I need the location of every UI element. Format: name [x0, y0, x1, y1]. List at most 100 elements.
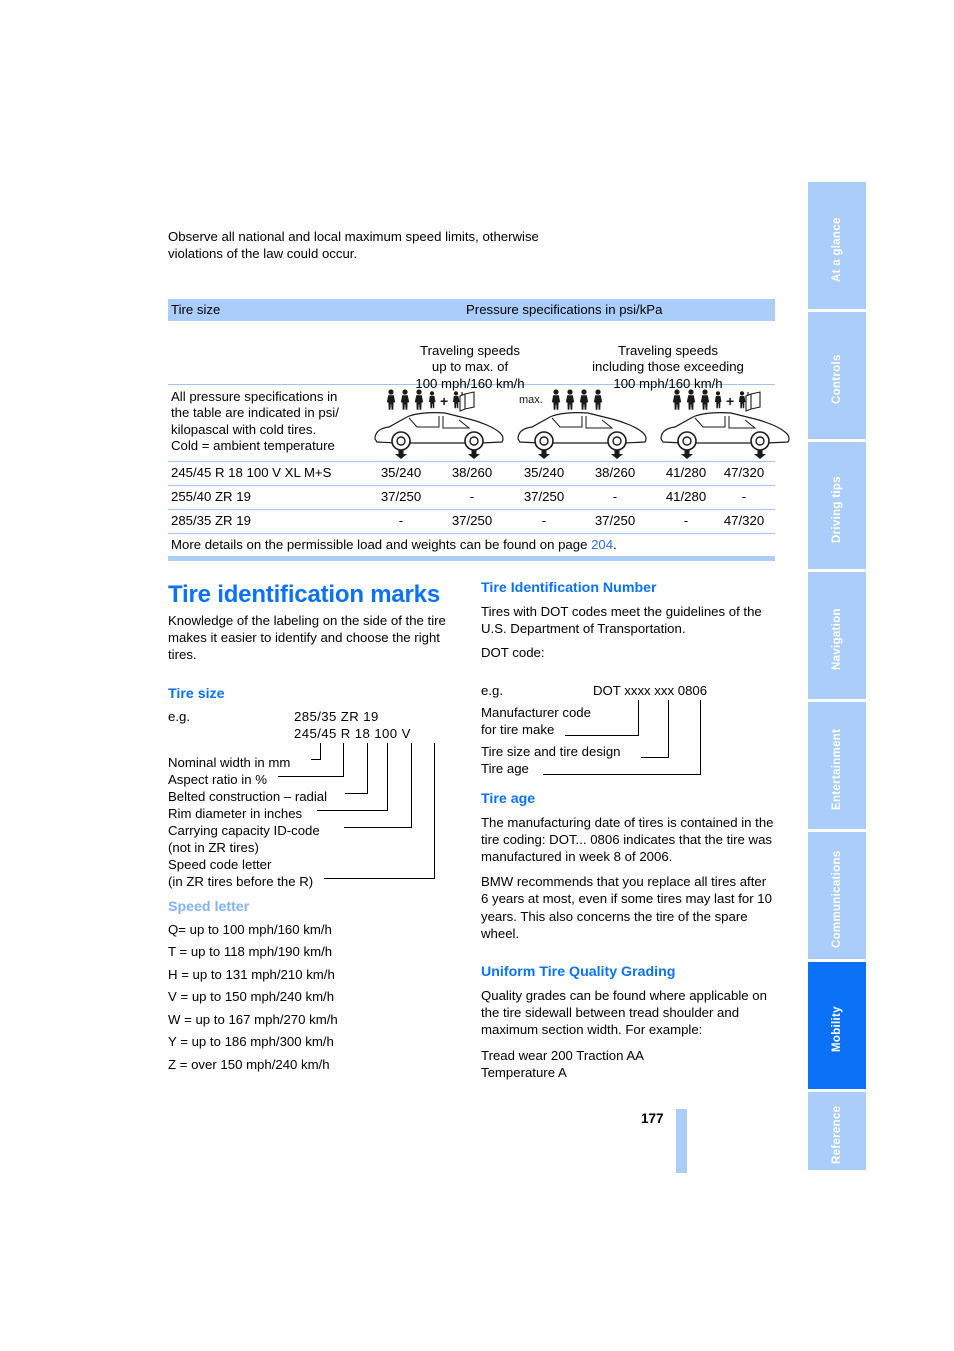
- cell-value: -: [469, 489, 475, 504]
- person-icons: [672, 389, 746, 410]
- utqg-paragraph: Quality grades can be found where applic…: [481, 988, 767, 1038]
- car-load-icon-four-persons-plus-luggage-2: +: [655, 387, 797, 459]
- legend-rim-diameter: Rim diameter in inches: [168, 805, 303, 821]
- eg-label: e.g.: [481, 682, 503, 698]
- section-intro-paragraph: Knowledge of the labeling on the side of…: [168, 613, 446, 663]
- tire-code-line-2: 245/45 R 18 100 V: [294, 725, 411, 741]
- tab-controls[interactable]: Controls: [808, 312, 866, 442]
- table-header-row: Tire size Pressure specifications in psi…: [168, 299, 775, 321]
- page-title: Tire identification marks: [168, 581, 440, 608]
- leader-line-rim-diameter-h: [317, 809, 388, 811]
- leader-line-speed-code-v: [434, 742, 435, 878]
- leader-line-tire-design-h: [641, 756, 669, 758]
- tab-label: Controls: [831, 354, 843, 405]
- legend-aspect-ratio: Aspect ratio in %: [168, 771, 267, 787]
- speed-letter-row: Z = over 150 mph/240 km/h: [168, 1056, 330, 1072]
- cell-value: 41/280: [665, 489, 707, 504]
- table-bottom-bar: [168, 556, 775, 561]
- footnote-prefix: More details on the permissible load and…: [171, 537, 592, 552]
- car-pictogram-svg: max.: [517, 389, 647, 459]
- footnote-suffix: .: [613, 537, 617, 552]
- utqg-example-line-1: Tread wear 200 Traction AA: [481, 1047, 644, 1063]
- heading-tire-identification-number: Tire Identification Number: [481, 580, 657, 596]
- speed-letter-list: Q= up to 100 mph/160 km/h T = up to 118 …: [168, 922, 464, 1080]
- tab-at-a-glance[interactable]: At a glance: [808, 182, 866, 312]
- cell-value: 37/250: [594, 513, 636, 528]
- legend-for-tire-make: for tire make: [481, 721, 555, 737]
- legend-speed-code: Speed code letter: [168, 856, 272, 872]
- subheader-a-line1: Traveling speeds: [420, 343, 520, 358]
- cell-value: 37/250: [523, 489, 565, 504]
- tab-label: Navigation: [831, 608, 843, 671]
- tin-paragraph: Tires with DOT codes meet the guidelines…: [481, 604, 762, 637]
- tab-label: Entertainment: [831, 728, 843, 811]
- tab-label: Reference: [831, 1105, 843, 1165]
- cell-value: 41/280: [665, 465, 707, 480]
- subheader-a-line2: up to max. of: [431, 359, 509, 375]
- speed-letter-row: Y = up to 186 mph/300 km/h: [168, 1034, 334, 1050]
- plus-sign: +: [440, 393, 448, 409]
- tire-pressure-table: Tire size Pressure specifications in psi…: [168, 299, 790, 561]
- intro-paragraph: Observe all national and local maximum s…: [168, 229, 539, 262]
- tire-code-line-1: 285/35 ZR 19: [294, 708, 379, 724]
- leader-line-speed-code-h: [324, 877, 435, 879]
- legend-zr-before-r: (in ZR tires before the R): [168, 873, 314, 889]
- leader-line-radial-h: [345, 792, 368, 794]
- cell-tire-size: 285/35 ZR 19: [171, 513, 251, 528]
- tab-navigation[interactable]: Navigation: [808, 572, 866, 702]
- pressure-arrows: [538, 450, 623, 459]
- tire-age-paragraph-1: The manufacturing date of tires is conta…: [481, 814, 774, 865]
- legend-tire-age: Tire age: [481, 760, 529, 776]
- dot-code-example: DOT xxxx xxx 0806: [593, 682, 708, 698]
- car-load-icon-four-persons-plus-luggage: +: [369, 387, 511, 459]
- table-load-icons-row: All pressure specifications in the table …: [168, 385, 790, 462]
- cell-value: 37/250: [451, 513, 493, 528]
- table-row: 255/40 ZR 19 37/250 - 37/250 - 41/280 -: [168, 486, 775, 510]
- tab-entertainment[interactable]: Entertainment: [808, 702, 866, 832]
- legend-tire-size-design: Tire size and tire design: [481, 743, 621, 759]
- table-footnote: More details on the permissible load and…: [171, 537, 617, 552]
- tire-size-diagram: e.g. 285/35 ZR 19 245/45 R 18 100 V Nomi…: [168, 708, 464, 889]
- leader-line-manufacturer-h: [565, 734, 639, 736]
- leader-line-rim-diameter-v: [387, 742, 388, 810]
- page-reference-link[interactable]: 204: [591, 537, 613, 552]
- tab-label: Driving tips: [831, 476, 843, 543]
- cell-value: -: [398, 513, 404, 528]
- speed-letter-row: H = up to 131 mph/210 km/h: [168, 966, 335, 982]
- legend-not-in-zr: (not in ZR tires): [168, 839, 259, 855]
- max-label: max.: [519, 394, 543, 406]
- car-load-icon-max-four-persons: max.: [512, 387, 654, 459]
- heading-speed-letter: Speed letter: [168, 898, 250, 915]
- leader-line-aspect-ratio-h: [278, 775, 344, 777]
- tab-mobility[interactable]: Mobility: [808, 962, 866, 1092]
- person-icons: [551, 389, 603, 410]
- legend-carrying-capacity: Carrying capacity ID-code: [168, 822, 320, 838]
- tab-reference[interactable]: Reference: [808, 1092, 866, 1170]
- leader-line-tire-design-v: [668, 699, 669, 757]
- heading-uniform-tire-quality-grading: Uniform Tire Quality Grading: [481, 964, 676, 981]
- pressure-arrows: [395, 450, 480, 459]
- subheader-b-line2: including those exceeding: [592, 359, 744, 375]
- dot-code-label: DOT code:: [481, 645, 545, 661]
- table-subheader-row: Traveling speeds up to max. of 100 mph/1…: [168, 321, 775, 391]
- cell-value: 47/320: [723, 465, 765, 480]
- leader-line-nominal-width-v: [320, 742, 321, 759]
- car-pictogram-svg: +: [374, 389, 504, 459]
- pressure-units-note: All pressure specifications in the table …: [171, 389, 339, 453]
- tab-communications[interactable]: Communications: [808, 832, 866, 962]
- legend-belted-radial: Belted construction – radial: [168, 788, 328, 804]
- column-header-tire-size: Tire size: [171, 302, 221, 317]
- tire-age-paragraph-2: BMW recommends that you replace all tire…: [481, 874, 772, 941]
- speed-letter-row: Q= up to 100 mph/160 km/h: [168, 921, 332, 937]
- manual-page: Observe all national and local maximum s…: [0, 0, 954, 1351]
- cell-value: 35/240: [523, 465, 565, 480]
- leader-line-aspect-ratio-v: [343, 742, 344, 776]
- tab-label: Communications: [831, 850, 843, 949]
- speed-letter-row: V = up to 150 mph/240 km/h: [168, 989, 335, 1005]
- legend-manufacturer-code: Manufacturer code: [481, 704, 591, 720]
- cell-value: -: [741, 489, 747, 504]
- plus-sign: +: [726, 393, 734, 409]
- page-edge-marker: [676, 1109, 687, 1173]
- tab-driving-tips[interactable]: Driving tips: [808, 442, 866, 572]
- column-header-pressure-specs: Pressure specifications in psi/kPa: [466, 302, 663, 317]
